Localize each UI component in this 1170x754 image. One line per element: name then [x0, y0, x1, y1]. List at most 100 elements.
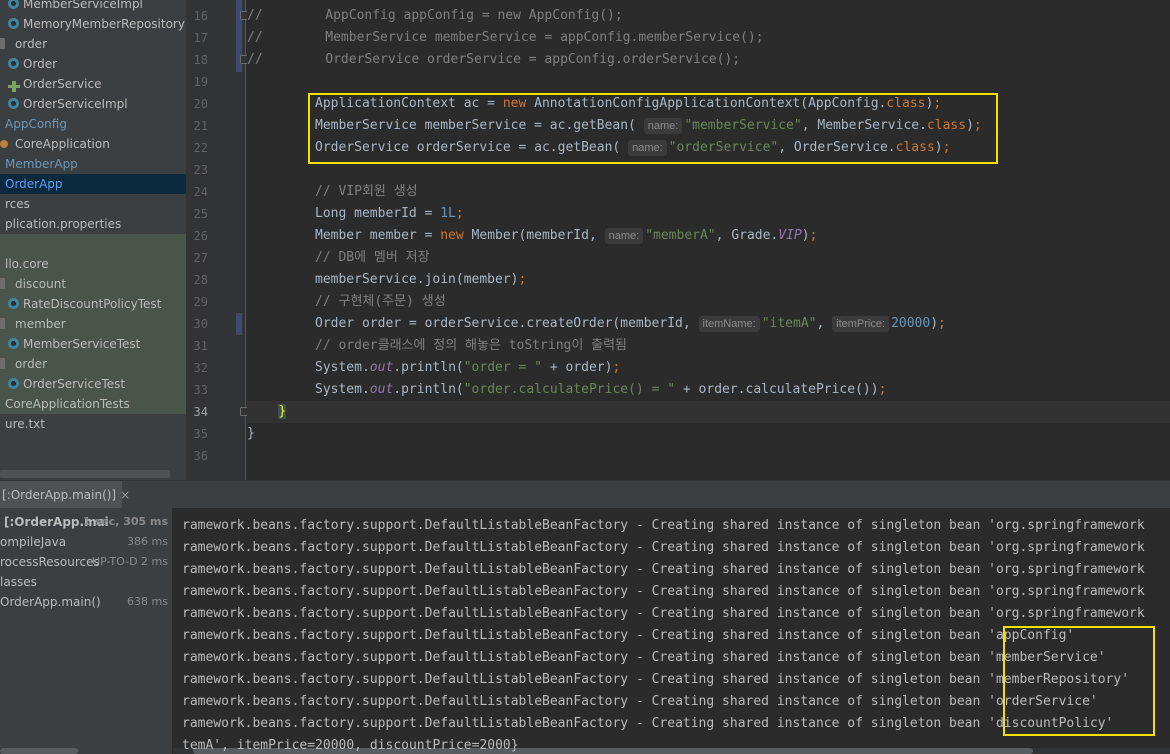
line-number: 17	[193, 31, 208, 45]
param-hint-itemprice: itemPrice:	[832, 316, 890, 332]
run-tree-scrollbar[interactable]	[0, 748, 78, 754]
console-bean-name: 'org.springframework	[988, 518, 1145, 533]
console-line: ramework.beans.factory.support.DefaultLi…	[182, 669, 1129, 691]
run-panel-header: [:OrderApp.main()] ×	[0, 480, 1170, 509]
console-line-prefix: ramework.beans.factory.support.DefaultLi…	[182, 518, 989, 533]
console-bean-name: 'org.springframework	[988, 562, 1145, 577]
tree-item[interactable]: order	[0, 354, 186, 374]
class-icon	[8, 338, 19, 349]
line-number: 34	[193, 405, 208, 419]
code-line-16: // AppConfig appConfig = new AppConfig()…	[247, 8, 623, 23]
run-tab[interactable]: [:OrderApp.main()] ×	[0, 481, 130, 509]
tree-item[interactable]: order	[0, 34, 186, 54]
editor-gutter: 16 17 18 19 20 21 22 23 24 25 26 27 28 29 30 31 32 33 34 35…	[186, 0, 249, 480]
tree-item[interactable]: OrderService	[0, 74, 186, 94]
tree-item-label: rces	[5, 197, 30, 211]
tree-item-label: OrderApp	[5, 177, 63, 191]
run-task-label: rocessResources	[0, 555, 100, 569]
code-line-27: // DB에 멤버 저장	[315, 250, 430, 265]
console-line: ramework.beans.factory.support.DefaultLi…	[182, 581, 1145, 603]
class-icon	[8, 0, 19, 9]
tree-item[interactable]: MemoryMemberRepository	[0, 14, 186, 34]
code-line-17: // MemberService memberService = appConf…	[247, 30, 764, 45]
code-line-31: // order클래스에 정의 해놓은 toString이 출력됨	[315, 338, 628, 353]
vcs-change-marker[interactable]	[236, 313, 242, 335]
tree-item[interactable]: Order	[0, 54, 186, 74]
class-icon	[8, 18, 19, 29]
line-number: 27	[193, 251, 208, 265]
run-task-label: lasses	[0, 575, 37, 589]
code-line-18: // OrderService orderService = appConfig…	[247, 52, 741, 67]
class-icon	[8, 58, 19, 69]
tree-scrollbar[interactable]	[0, 470, 170, 478]
tree-item-label: llo.core	[5, 257, 49, 271]
tree-item-label: OrderService	[23, 77, 102, 91]
console-line-prefix: ramework.beans.factory.support.DefaultLi…	[182, 562, 989, 577]
line-number: 25	[193, 207, 208, 221]
tree-item[interactable]: member	[0, 314, 186, 334]
line-number: 31	[193, 339, 208, 353]
tree-item-label: MemberServiceTest	[23, 337, 141, 351]
run-task-tree[interactable]: [:OrderApp.mai 1 sec, 305 ms ompileJava 386…	[0, 508, 172, 754]
line-number: 20	[193, 97, 208, 111]
tree-item[interactable]: MemberServiceImpl	[0, 0, 186, 14]
class-icon	[8, 298, 19, 309]
tree-item-label: order	[15, 37, 47, 51]
tree-item-label: CoreApplicationTests	[5, 397, 130, 411]
line-number: 18	[193, 53, 208, 67]
project-tree[interactable]: MemberServiceImpl MemoryMemberRepository o…	[0, 0, 186, 480]
tree-item-label: RateDiscountPolicyTest	[23, 297, 162, 311]
line-number: 24	[193, 185, 208, 199]
code-editor[interactable]: // AppConfig appConfig = new AppConfig()…	[247, 0, 1170, 480]
console-line-prefix: ramework.beans.factory.support.DefaultLi…	[182, 694, 989, 709]
tree-item[interactable]	[0, 234, 186, 254]
param-hint-name: name:	[604, 228, 644, 244]
tree-item[interactable]: plication.properties	[0, 214, 186, 234]
run-task-item[interactable]: lasses	[0, 572, 172, 592]
tree-item[interactable]: rces	[0, 194, 186, 214]
tree-item-label: MemoryMemberRepository	[23, 17, 185, 31]
console-line: ramework.beans.factory.support.DefaultLi…	[182, 515, 1145, 537]
tree-item[interactable]: OrderServiceImpl	[0, 94, 186, 114]
tree-item-label: AppConfig	[5, 117, 67, 131]
folder-icon	[0, 318, 5, 329]
run-task-label: ompileJava	[0, 535, 67, 549]
class-icon	[8, 98, 19, 109]
tree-item[interactable]: llo.core	[0, 254, 186, 274]
code-line-34: }	[247, 401, 1170, 423]
tree-item[interactable]: discount	[0, 274, 186, 294]
run-task-item[interactable]: rocessResources UP-TO-D 2 ms	[0, 552, 172, 572]
console-line: temA', itemPrice=20000, discountPrice=20…	[182, 738, 519, 753]
tree-item[interactable]: AppConfig	[0, 114, 186, 134]
tree-item-label: CoreApplication	[15, 137, 110, 151]
tree-item-label: OrderServiceTest	[23, 377, 126, 391]
console-line-prefix: ramework.beans.factory.support.DefaultLi…	[182, 540, 989, 555]
close-icon[interactable]: ×	[120, 488, 130, 502]
console-line: ramework.beans.factory.support.DefaultLi…	[182, 713, 1113, 735]
console-line-prefix: ramework.beans.factory.support.DefaultLi…	[182, 650, 989, 665]
tree-item[interactable]: MemberApp	[0, 154, 186, 174]
run-task-item[interactable]: [:OrderApp.mai 1 sec, 305 ms	[0, 512, 172, 532]
tree-item[interactable]: MemberServiceTest	[0, 334, 186, 354]
run-task-time: UP-TO-D 2 ms	[92, 555, 168, 568]
tree-item[interactable]: CoreApplicationTests	[0, 394, 186, 414]
tree-item-label: Order	[23, 57, 58, 71]
console-line: ramework.beans.factory.support.DefaultLi…	[182, 559, 1145, 581]
tree-item[interactable]: RateDiscountPolicyTest	[0, 294, 186, 314]
code-line-35: }	[247, 426, 255, 441]
tree-item-label: MemberServiceImpl	[23, 0, 143, 11]
run-task-item[interactable]: ompileJava 386 ms	[0, 532, 172, 552]
folder-icon	[0, 278, 5, 289]
console-line-prefix: ramework.beans.factory.support.DefaultLi…	[182, 628, 989, 643]
tree-item[interactable]: CoreApplication	[0, 134, 186, 154]
console-line: ramework.beans.factory.support.DefaultLi…	[182, 647, 1106, 669]
tree-item[interactable]: OrderServiceTest	[0, 374, 186, 394]
line-number: 21	[193, 119, 208, 133]
folder-icon	[0, 38, 5, 49]
line-number: 30	[193, 317, 208, 331]
tree-item[interactable]: OrderApp	[0, 174, 186, 194]
tree-item[interactable]: ure.txt	[0, 414, 186, 434]
line-number: 33	[193, 383, 208, 397]
console-bean-name: 'org.springframework	[988, 584, 1145, 599]
run-task-item[interactable]: OrderApp.main() 638 ms	[0, 592, 172, 612]
